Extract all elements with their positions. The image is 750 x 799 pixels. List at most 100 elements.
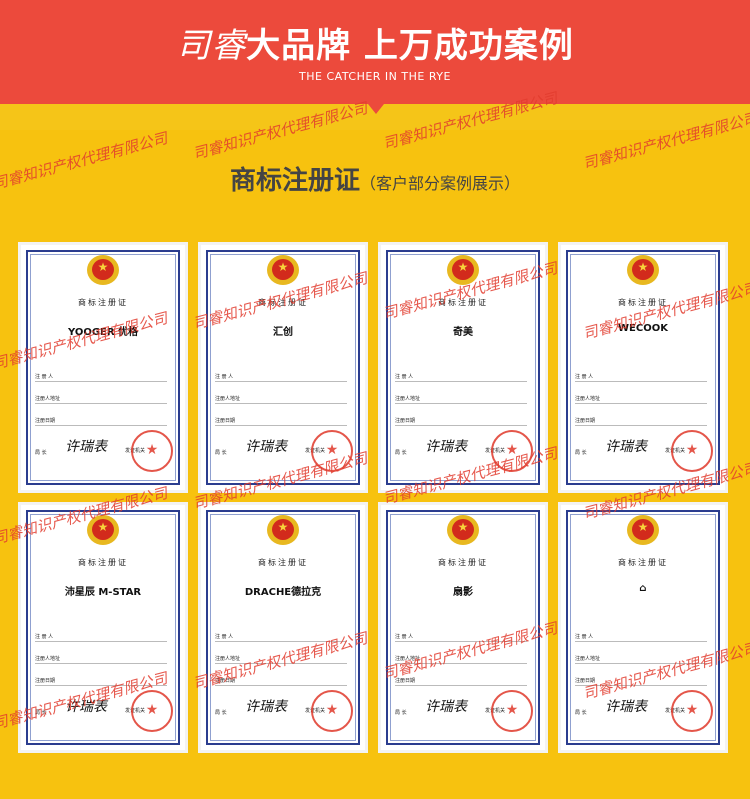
trademark-mark: WECOOK (618, 323, 668, 334)
trademark-mark: 沛星辰 M-STAR (64, 587, 142, 598)
official-seal-icon: ★ (131, 430, 173, 472)
section-title: 商标注册证（客户部分案例展示） (0, 160, 750, 197)
certificate-heading: 商标注册证 (78, 558, 128, 567)
registrant-label: 注 册 人 (575, 634, 594, 640)
authority-label: 局 长 (395, 710, 407, 716)
registrant-label: 注 册 人 (35, 374, 54, 380)
national-emblem-icon: ★ (85, 255, 121, 287)
trademark-certificate: ★ 商标注册证 扇影 注 册 人 注册人地址 注册日期 局 长 许瑞表 发证机关… (381, 505, 545, 750)
certificate-heading: 商标注册证 (258, 298, 308, 307)
field-line (215, 425, 347, 426)
national-emblem-icon: ★ (85, 515, 121, 547)
certificate-heading: 商标注册证 (258, 558, 308, 567)
header-banner: 司睿大品牌 上万成功案例 THE CATCHER IN THE RYE (0, 0, 750, 104)
authority-label: 局 长 (35, 450, 47, 456)
certificate-heading: 商标注册证 (618, 558, 668, 567)
signature: 许瑞表 (425, 699, 467, 715)
registrant-label: 注 册 人 (215, 634, 234, 640)
national-emblem-icon: ★ (625, 515, 661, 547)
field-line (395, 403, 527, 404)
registrant-label: 注 册 人 (395, 634, 414, 640)
trademark-mark: 汇创 (273, 327, 293, 338)
address-label: 注册人地址 (215, 656, 241, 662)
field-line (215, 641, 347, 642)
address-label: 注册人地址 (575, 656, 601, 662)
section-title-sub: （客户部分案例展示） (360, 174, 521, 193)
field-line (575, 403, 707, 404)
official-seal-icon: ★ (671, 690, 713, 732)
official-seal-icon: ★ (491, 690, 533, 732)
address-label: 注册人地址 (575, 396, 601, 402)
section-title-main: 商标注册证 (229, 166, 360, 196)
banner-title: 司睿大品牌 上万成功案例 (0, 18, 750, 67)
field-line (35, 685, 167, 686)
trademark-certificate: ★ 商标注册证 沛星辰 M-STAR 注 册 人 注册人地址 注册日期 局 长 … (21, 505, 185, 750)
authority-label: 局 长 (215, 710, 227, 716)
brand-name: 司睿 (176, 26, 247, 66)
field-line (395, 641, 527, 642)
field-line (215, 685, 347, 686)
field-line (395, 663, 527, 664)
banner-notch (368, 104, 384, 114)
trademark-certificate: ★ 商标注册证 YOOGER 优格 注 册 人 注册人地址 注册日期 局 长 许… (21, 245, 185, 490)
trademark-certificate: ★ 商标注册证 汇创 注 册 人 注册人地址 注册日期 局 长 许瑞表 发证机关… (201, 245, 365, 490)
trademark-mark: ⌂ (639, 583, 647, 594)
signature: 许瑞表 (605, 699, 647, 715)
trademark-mark: YOOGER 优格 (67, 327, 139, 338)
national-emblem-icon: ★ (625, 255, 661, 287)
registrant-label: 注 册 人 (215, 374, 234, 380)
field-line (35, 425, 167, 426)
trademark-mark: 奇美 (453, 327, 473, 338)
trademark-certificate: ★ 商标注册证 奇美 注 册 人 注册人地址 注册日期 局 长 许瑞表 发证机关… (381, 245, 545, 490)
registrant-label: 注 册 人 (575, 374, 594, 380)
banner-subtitle: THE CATCHER IN THE RYE (299, 70, 451, 83)
address-label: 注册人地址 (35, 396, 61, 402)
field-line (575, 425, 707, 426)
date-label: 注册日期 (575, 418, 596, 424)
field-line (215, 381, 347, 382)
certificate-heading: 商标注册证 (438, 298, 488, 307)
trademark-certificate: ★ 商标注册证 DRACHE德拉克 注 册 人 注册人地址 注册日期 局 长 许… (201, 505, 365, 750)
certificate-heading: 商标注册证 (78, 298, 128, 307)
address-label: 注册人地址 (395, 396, 421, 402)
field-line (395, 425, 527, 426)
authority-label: 局 长 (215, 450, 227, 456)
field-line (575, 641, 707, 642)
signature: 许瑞表 (65, 439, 107, 455)
certificate-heading: 商标注册证 (438, 558, 488, 567)
certificate-heading: 商标注册证 (618, 298, 668, 307)
address-label: 注册人地址 (395, 656, 421, 662)
authority-label: 局 长 (395, 450, 407, 456)
field-line (395, 381, 527, 382)
field-line (395, 685, 527, 686)
official-seal-icon: ★ (311, 690, 353, 732)
signature: 许瑞表 (425, 439, 467, 455)
address-label: 注册人地址 (35, 656, 61, 662)
address-label: 注册人地址 (215, 396, 241, 402)
national-emblem-icon: ★ (265, 515, 301, 547)
trademark-mark: 扇影 (453, 587, 473, 598)
signature: 许瑞表 (245, 439, 287, 455)
date-label: 注册日期 (215, 418, 236, 424)
date-label: 注册日期 (35, 418, 56, 424)
trademark-certificate: ★ 商标注册证 ⌂ 注 册 人 注册人地址 注册日期 局 长 许瑞表 发证机关 … (561, 505, 725, 750)
date-label: 注册日期 (215, 678, 236, 684)
date-label: 注册日期 (35, 678, 56, 684)
signature: 许瑞表 (65, 699, 107, 715)
field-line (575, 685, 707, 686)
signature: 许瑞表 (245, 699, 287, 715)
official-seal-icon: ★ (491, 430, 533, 472)
field-line (35, 663, 167, 664)
field-line (35, 403, 167, 404)
official-seal-icon: ★ (131, 690, 173, 732)
date-label: 注册日期 (395, 678, 416, 684)
field-line (215, 403, 347, 404)
field-line (215, 663, 347, 664)
field-line (35, 641, 167, 642)
authority-label: 局 长 (575, 450, 587, 456)
national-emblem-icon: ★ (445, 515, 481, 547)
field-line (575, 663, 707, 664)
authority-label: 局 长 (35, 710, 47, 716)
signature: 许瑞表 (605, 439, 647, 455)
registrant-label: 注 册 人 (35, 634, 54, 640)
